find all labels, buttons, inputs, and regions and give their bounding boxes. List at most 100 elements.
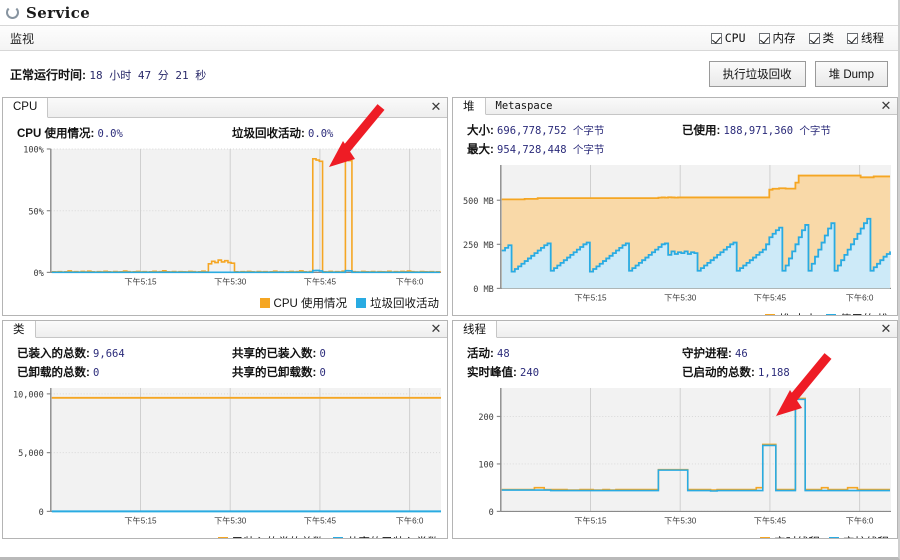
checkbox-cpu[interactable]: CPU <box>710 31 746 45</box>
ring-icon <box>6 6 19 19</box>
tab-cpu[interactable]: CPU <box>3 98 49 118</box>
checkbox-memory-label: 内存 <box>772 33 796 45</box>
heap-chart-svg: 0 MB 250 MB 500 MB 下午5:15 下午5:30 下午5:45 下午6:0 <box>463 164 892 302</box>
classes-unloaded-total-value: 0 <box>93 367 100 379</box>
legend-label-heap-size: 堆 大小 <box>779 311 817 315</box>
svg-text:5,000: 5,000 <box>18 449 44 459</box>
svg-text:250 MB: 250 MB <box>463 241 494 251</box>
gc-activity-stat: 垃圾回收活动: 0.0% <box>232 125 447 141</box>
classes-shared-unloaded-label: 共享的已卸载数: <box>232 367 317 379</box>
service-monitor-window: Service 监视 CPU 内存 类 线程 正常运行时间: 18 小时 47 … <box>0 0 900 560</box>
classes-shared-loaded-label: 共享的已装入数: <box>232 348 317 360</box>
threads-live-label: 活动: <box>467 348 494 360</box>
svg-text:下午6:0: 下午6:0 <box>396 515 424 525</box>
checkbox-threads-box[interactable] <box>847 32 858 44</box>
legend-item-cpu-usage: CPU 使用情况 <box>259 295 347 311</box>
svg-text:100%: 100% <box>23 145 44 155</box>
threads-stats: 活动: 48 守护进程: 46 实时峰值: 240 已启动的总数: 1,188 <box>453 345 897 380</box>
heap-dump-button[interactable]: 堆 Dump <box>814 61 888 87</box>
threads-started-total-stat: 已启动的总数: 1,188 <box>682 364 897 380</box>
classes-chart: 0 5,000 10,000 下午5:15 下午5:30 下午5:45 下午6:0 <box>3 380 447 533</box>
tab-heap[interactable]: 堆 <box>453 98 486 115</box>
classes-unloaded-total-stat: 已卸载的总数: 0 <box>17 364 232 380</box>
checkbox-memory-box[interactable] <box>758 32 770 44</box>
heap-panel-body: 大小: 696,778,752 个字节 已使用: 188,971,360 个字节… <box>453 115 897 315</box>
classes-shared-loaded-value: 0 <box>319 348 326 360</box>
threads-panel: 线程 ✕ 活动: 48 守护进程: 46 实时峰值: 240 已启动的总数: 1… <box>452 320 898 539</box>
svg-text:10,000: 10,000 <box>13 390 44 400</box>
close-icon[interactable]: ✕ <box>875 321 897 337</box>
checkbox-cpu-label: CPU <box>724 31 746 45</box>
tab-threads[interactable]: 线程 <box>453 321 497 338</box>
cpu-usage-stat: CPU 使用情况: 0.0% <box>17 125 232 141</box>
threads-daemon-stat: 守护进程: 46 <box>682 345 897 361</box>
svg-text:0: 0 <box>39 508 44 518</box>
close-icon[interactable]: ✕ <box>425 98 447 117</box>
cpu-panel-body: CPU 使用情况: 0.0% 垃圾回收活动: 0.0% 0% 50% 100% 下午5… <box>3 103 447 315</box>
threads-panel-header: 线程 ✕ <box>453 321 897 338</box>
classes-shared-unloaded-value: 0 <box>319 367 326 379</box>
tab-classes[interactable]: 类 <box>3 321 36 338</box>
svg-text:下午5:15: 下午5:15 <box>124 515 157 525</box>
svg-text:下午5:15: 下午5:15 <box>574 292 607 302</box>
uptime-value: 18 小时 47 分 21 秒 <box>89 68 207 82</box>
svg-text:下午6:0: 下午6:0 <box>396 276 424 286</box>
cpu-usage-label: CPU 使用情况: <box>17 127 95 140</box>
svg-text:50%: 50% <box>28 207 44 217</box>
classes-shared-unloaded-stat: 共享的已卸载数: 0 <box>232 364 447 380</box>
classes-shared-loaded-stat: 共享的已装入数: 0 <box>232 345 447 361</box>
cpu-panel-header: CPU ✕ <box>3 98 447 118</box>
heap-panel: 堆 Metaspace ✕ 大小: 696,778,752 个字节 已使用: 1… <box>452 97 898 316</box>
svg-text:下午5:30: 下午5:30 <box>214 515 247 525</box>
svg-text:下午5:30: 下午5:30 <box>214 276 247 286</box>
classes-unloaded-total-label: 已卸载的总数: <box>17 367 90 379</box>
uptime-block: 正常运行时间: 18 小时 47 分 21 秒 <box>10 66 206 83</box>
threads-daemon-value: 46 <box>735 348 748 360</box>
threads-daemon-label: 守护进程: <box>682 348 732 360</box>
classes-stats: 已装入的总数: 9,664 共享的已装入数: 0 已卸载的总数: 0 共享的已卸… <box>3 345 447 380</box>
threads-live-stat: 活动: 48 <box>467 345 682 361</box>
classes-panel-header: 类 ✕ <box>3 321 447 338</box>
legend-label-daemon-threads: 守护线程 <box>843 534 889 538</box>
heap-panel-header: 堆 Metaspace ✕ <box>453 98 897 115</box>
threads-peak-value: 240 <box>520 367 540 379</box>
classes-legend: 已装入的类的总数 共享的已装入类数 <box>3 533 447 538</box>
legend-label-heap-used: 使用的 堆 <box>840 311 889 315</box>
legend-item-classes-shared: 共享的已装入类数 <box>333 534 439 538</box>
svg-text:500 MB: 500 MB <box>463 197 494 207</box>
legend-label-classes-loaded: 已装入的类的总数 <box>232 534 324 538</box>
threads-started-total-label: 已启动的总数: <box>682 367 755 379</box>
close-icon[interactable]: ✕ <box>425 321 447 337</box>
legend-item-heap-size: 堆 大小 <box>765 311 817 315</box>
svg-text:下午5:30: 下午5:30 <box>664 515 697 525</box>
checkbox-memory[interactable]: 内存 <box>758 30 796 46</box>
legend-item-gc-activity: 垃圾回收活动 <box>356 295 439 311</box>
title-bar: Service <box>0 0 898 25</box>
checkbox-classes[interactable]: 类 <box>808 30 834 46</box>
svg-text:下午6:0: 下午6:0 <box>846 515 874 525</box>
classes-panel-body: 已装入的总数: 9,664 共享的已装入数: 0 已卸载的总数: 0 共享的已卸… <box>3 338 447 538</box>
threads-chart-svg: 0 100 200 下午5:15 下午5:30 下午5:45 下午6:0 <box>478 387 892 525</box>
svg-text:下午5:45: 下午5:45 <box>304 515 337 525</box>
cpu-tabs: CPU <box>3 98 49 118</box>
cpu-usage-value: 0.0% <box>97 127 123 140</box>
legend-label-live-threads: 实时线程 <box>774 534 820 538</box>
checkbox-cpu-box[interactable] <box>710 32 722 44</box>
gc-activity-label: 垃圾回收活动: <box>232 127 305 140</box>
legend-item-daemon-threads: 守护线程 <box>829 534 889 538</box>
metric-checkbox-group: CPU 内存 类 线程 <box>710 30 890 46</box>
threads-tabs: 线程 <box>453 321 497 338</box>
close-icon[interactable]: ✕ <box>875 98 897 114</box>
threads-legend: 实时线程 守护线程 <box>453 533 897 538</box>
cpu-chart-svg: 0% 50% 100% 下午5:15 下午5:30 下午5:45 下午6:0 <box>23 145 442 286</box>
checkbox-threads[interactable]: 线程 <box>847 30 884 46</box>
threads-started-total-value: 1,188 <box>758 367 790 379</box>
tab-metaspace[interactable]: Metaspace <box>486 98 563 114</box>
heap-used-value: 188,971,360 个字节 <box>723 125 831 137</box>
gc-activity-value: 0.0% <box>308 127 334 140</box>
perform-gc-button[interactable]: 执行垃圾回收 <box>708 61 806 87</box>
checkbox-classes-box[interactable] <box>808 32 820 44</box>
classes-chart-svg: 0 5,000 10,000 下午5:15 下午5:30 下午5:45 下午6:0 <box>13 387 442 525</box>
heap-size-stat: 大小: 696,778,752 个字节 <box>467 122 682 138</box>
heap-used-stat: 已使用: 188,971,360 个字节 <box>682 122 897 138</box>
